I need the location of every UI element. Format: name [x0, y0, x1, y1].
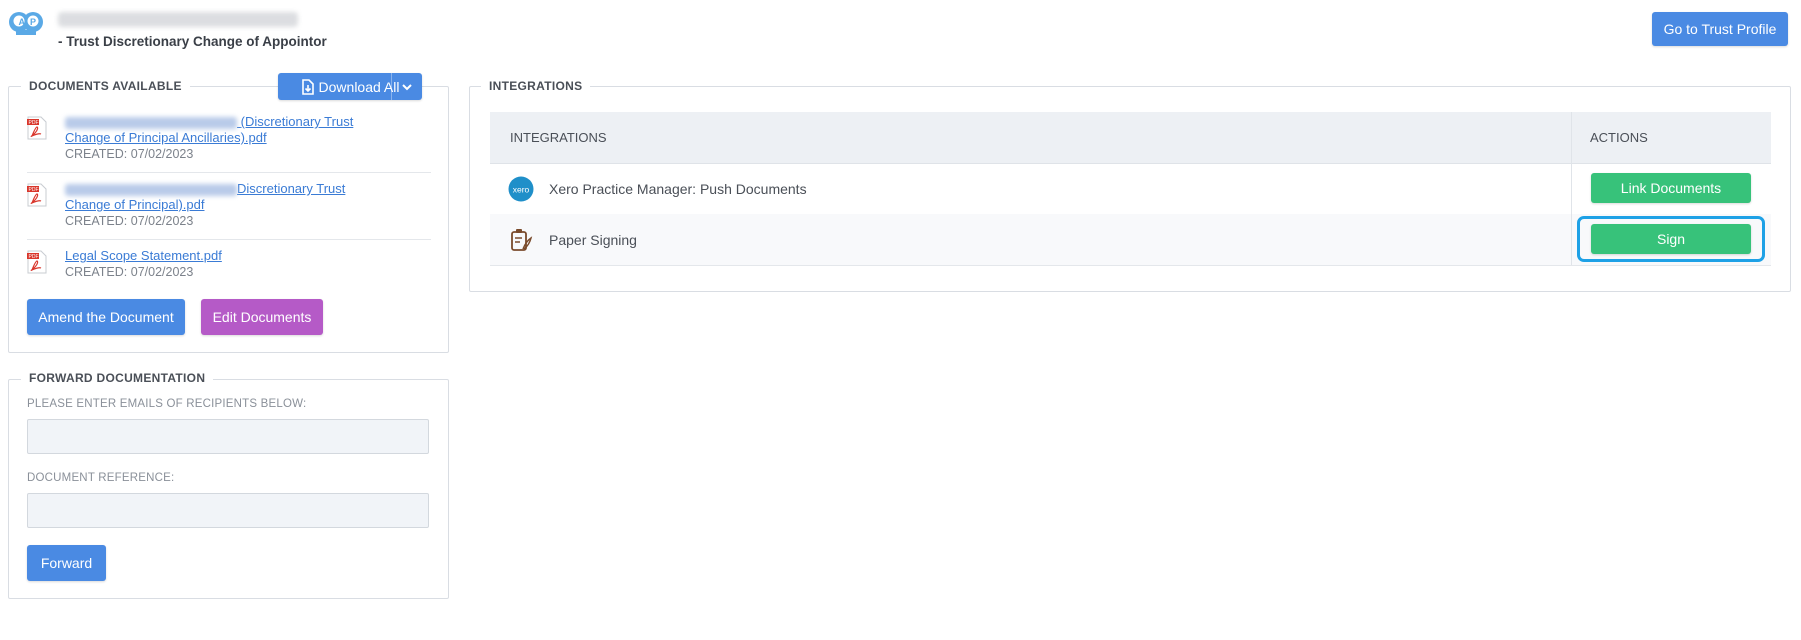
document-reference-input[interactable]	[27, 493, 429, 528]
sign-button[interactable]: Sign	[1591, 224, 1751, 254]
svg-text:PDF: PDF	[29, 187, 39, 193]
created-date: CREATED: 07/02/2023	[65, 214, 194, 228]
created-date: CREATED: 07/02/2023	[65, 265, 194, 279]
recipient-emails-input[interactable]	[27, 419, 429, 454]
pdf-icon: PDF	[27, 250, 47, 274]
document-item: PDF Discretionary Trust Change of Princip…	[27, 181, 431, 231]
svg-text:P: P	[30, 17, 36, 27]
forward-button[interactable]: Forward	[27, 545, 106, 581]
redacted-text	[65, 183, 237, 196]
link-documents-button[interactable]: Link Documents	[1591, 173, 1751, 203]
table-row: xero Xero Practice Manager: Push Documen…	[490, 163, 1771, 215]
xero-icon: xero	[508, 176, 534, 202]
redacted-text	[65, 116, 237, 129]
column-header-integrations: INTEGRATIONS	[510, 130, 607, 145]
chevron-down-icon[interactable]	[401, 81, 413, 93]
integration-name: Xero Practice Manager: Push Documents	[549, 181, 807, 197]
svg-text:PDF: PDF	[29, 254, 39, 260]
divider	[27, 172, 431, 173]
emails-label: PLEASE ENTER EMAILS OF RECIPIENTS BELOW:	[27, 398, 307, 410]
download-file-icon	[301, 78, 314, 95]
document-link[interactable]: (Discretionary Trust Change of Principal …	[65, 114, 353, 145]
column-header-actions: ACTIONS	[1590, 130, 1648, 145]
svg-text:xero: xero	[513, 185, 530, 195]
table-header: INTEGRATIONS ACTIONS	[490, 112, 1771, 164]
divider	[27, 239, 431, 240]
trust-logo-icon: A P	[9, 12, 43, 35]
download-all-button[interactable]: Download All	[278, 73, 422, 100]
document-item: PDF Legal Scope Statement.pdf CREATED: 0…	[27, 248, 431, 282]
forward-legend: FORWARD DOCUMENTATION	[21, 371, 214, 385]
integrations-legend: INTEGRATIONS	[481, 79, 591, 93]
documents-legend: DOCUMENTS AVAILABLE	[21, 79, 190, 93]
integration-name: Paper Signing	[549, 232, 637, 248]
paper-signing-icon	[511, 229, 533, 251]
integrations-table: INTEGRATIONS ACTIONS xero Xero Practice …	[490, 112, 1771, 266]
column-divider	[1571, 112, 1572, 265]
amend-document-button[interactable]: Amend the Document	[27, 299, 185, 335]
reference-label: DOCUMENT REFERENCE:	[27, 472, 175, 484]
svg-text:A: A	[19, 17, 26, 27]
document-link[interactable]: Legal Scope Statement.pdf	[65, 248, 222, 263]
page-subtitle: - Trust Discretionary Change of Appointo…	[58, 34, 327, 49]
pdf-icon: PDF	[27, 116, 47, 140]
pdf-icon: PDF	[27, 183, 47, 207]
edit-documents-button[interactable]: Edit Documents	[201, 299, 323, 335]
go-to-trust-profile-button[interactable]: Go to Trust Profile	[1652, 12, 1788, 46]
created-date: CREATED: 07/02/2023	[65, 147, 194, 161]
document-link[interactable]: Discretionary Trust Change of Principal).…	[65, 181, 345, 212]
trust-name-redacted	[58, 12, 298, 27]
download-all-label: Download All	[318, 78, 400, 95]
document-item: PDF (Discretionary Trust Change of Princi…	[27, 114, 431, 164]
table-row: Paper Signing Sign	[490, 214, 1771, 266]
svg-text:PDF: PDF	[29, 120, 39, 126]
